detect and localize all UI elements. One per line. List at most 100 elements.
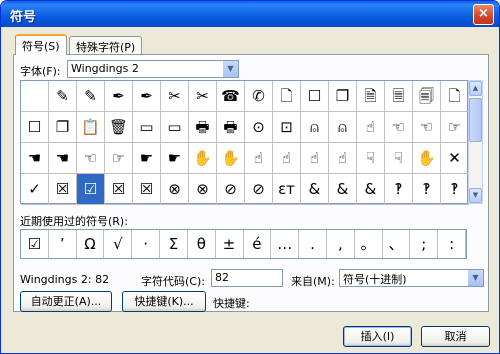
tab-symbols[interactable]: 符号(S)	[15, 34, 67, 55]
insert-button[interactable]: 插入(I)	[343, 326, 412, 347]
symbol-cell[interactable]: 🗋	[441, 81, 469, 112]
symbol-cell[interactable]: ☝	[245, 143, 273, 174]
close-button[interactable]: ×	[473, 4, 494, 25]
symbol-cell[interactable]: ☒	[133, 174, 161, 205]
symbol-cell[interactable]: ☚	[49, 143, 77, 174]
symbol-cell[interactable]: ☝	[329, 143, 357, 174]
symbol-cell[interactable]: ❐	[329, 81, 357, 112]
symbol-cell[interactable]: ✋	[217, 143, 245, 174]
symbol-cell[interactable]: ☞	[441, 112, 469, 143]
symbol-cell[interactable]: ⊘	[245, 174, 273, 205]
tab-special-characters[interactable]: 特殊字符(P)	[69, 36, 143, 55]
symbol-cell[interactable]: ✓	[21, 174, 49, 205]
symbol-cell[interactable]: ⊗	[189, 174, 217, 205]
shortcut-label: 快捷键:	[213, 297, 250, 310]
recent-symbol-cell[interactable]: ’	[49, 230, 77, 258]
recent-symbol-cell[interactable]: :	[438, 230, 466, 258]
symbol-cell[interactable]: ✎	[77, 81, 105, 112]
symbol-cell[interactable]: ‽	[385, 174, 413, 205]
chevron-down-icon[interactable]: ▼	[222, 61, 238, 77]
char-code-input[interactable]: 82	[211, 269, 283, 287]
symbol-cell[interactable]: ❐	[49, 112, 77, 143]
recent-symbol-cell[interactable]: 。	[355, 230, 383, 258]
symbol-cell[interactable]: ✕	[441, 143, 469, 174]
symbol-cell[interactable]: ☚	[21, 143, 49, 174]
shortcut-key-button[interactable]: 快捷键(K)...	[122, 291, 206, 312]
recent-symbol-cell[interactable]: ,	[327, 230, 355, 258]
symbol-cell[interactable]: ⍝	[301, 112, 329, 143]
symbol-cell[interactable]: ☝	[273, 143, 301, 174]
symbol-cell[interactable]: ☟	[385, 143, 413, 174]
symbol-cell[interactable]: ⍝	[329, 112, 357, 143]
symbol-cell[interactable]: ⊘	[217, 174, 245, 205]
title-bar[interactable]: 符号 ×	[1, 1, 499, 27]
symbol-cell[interactable]: ☟	[357, 143, 385, 174]
symbol-cell[interactable]	[21, 81, 49, 112]
symbol-cell[interactable]: ☞	[105, 143, 133, 174]
symbol-cell[interactable]: ‽	[413, 174, 441, 205]
symbol-cell[interactable]: ✆	[245, 81, 273, 112]
symbol-cell[interactable]: ☐	[301, 81, 329, 112]
symbol-cell[interactable]: ☛	[161, 143, 189, 174]
symbol-cell[interactable]: 🗎	[357, 81, 385, 112]
recent-symbol-cell[interactable]: θ	[188, 230, 216, 258]
recent-symbol-cell[interactable]: 、	[383, 230, 411, 258]
from-value: 符号(十进制)	[343, 273, 407, 286]
font-select[interactable]: Wingdings 2 ▼	[67, 60, 239, 78]
symbol-cell[interactable]: &	[357, 174, 385, 205]
symbol-cell[interactable]: ✂	[161, 81, 189, 112]
symbol-cell[interactable]: 🗑	[105, 112, 133, 143]
recent-symbol-cell[interactable]: ☑	[21, 230, 49, 258]
recent-symbol-cell[interactable]: .	[299, 230, 327, 258]
symbol-cell[interactable]: ✒	[105, 81, 133, 112]
symbol-cell[interactable]: ✂	[189, 81, 217, 112]
recent-symbol-cell[interactable]: é	[244, 230, 272, 258]
cancel-button[interactable]: 取消	[421, 326, 490, 347]
symbol-cell[interactable]: ⊡	[273, 112, 301, 143]
symbol-cell[interactable]: &	[329, 174, 357, 205]
symbol-cell[interactable]: 🗐	[413, 81, 441, 112]
symbol-cell[interactable]: ✋	[413, 143, 441, 174]
symbol-cell[interactable]: ☎	[217, 81, 245, 112]
symbol-cell[interactable]: ✒	[133, 81, 161, 112]
symbol-cell[interactable]: ✋	[189, 143, 217, 174]
symbol-cell[interactable]: ▭	[161, 112, 189, 143]
recent-symbol-cell[interactable]: √	[104, 230, 133, 258]
scroll-up-icon[interactable]: ▲	[469, 81, 482, 96]
recent-symbol-cell[interactable]: Σ	[160, 230, 188, 258]
chevron-down-icon[interactable]: ▼	[467, 270, 483, 286]
symbol-cell[interactable]: &	[301, 174, 329, 205]
recent-symbol-cell[interactable]: ±	[216, 230, 244, 258]
scroll-thumb[interactable]	[469, 98, 482, 142]
symbol-cell[interactable]: 🗋	[273, 81, 301, 112]
symbol-cell[interactable]: ☑	[77, 174, 105, 205]
symbol-cell[interactable]: ⊗	[161, 174, 189, 205]
symbol-grid: ✎ ✎ ✒ ✒ ✂ ✂ ☎ ✆ 🗋 ☐ ❐ 🗎 🗏 🗐 🗋 ☐ ❐ 📋 🗑 ▭ ▭ 🖶 🖶 ⊙ ⊡ ⍝ ⍝ ☝ ☜ ☜ ☞ ☚ ☚ ☜ ☞ ☛ ☛ ✋ ✋ ☝…	[20, 80, 469, 205]
symbol-cell[interactable]: ɛт	[273, 174, 301, 205]
symbol-cell[interactable]: ☐	[21, 112, 49, 143]
symbol-cell[interactable]: 🖶	[217, 112, 245, 143]
recent-symbol-cell[interactable]: ·	[132, 230, 161, 258]
symbol-cell[interactable]: 🗏	[385, 81, 413, 112]
recent-symbol-cell[interactable]: Ω	[77, 230, 105, 258]
scroll-down-icon[interactable]: ▼	[469, 188, 482, 203]
symbol-grid-scrollbar[interactable]: ▲ ▼	[468, 80, 483, 204]
symbol-cell[interactable]: ☜	[77, 143, 105, 174]
symbol-cell[interactable]: 📋	[77, 112, 105, 143]
from-select[interactable]: 符号(十进制) ▼	[339, 269, 484, 287]
symbol-cell[interactable]: ☝	[357, 112, 385, 143]
autocorrect-button[interactable]: 自动更正(A)...	[20, 291, 112, 312]
symbol-cell[interactable]: ▭	[133, 112, 161, 143]
symbol-cell[interactable]: ☛	[133, 143, 161, 174]
symbol-cell[interactable]: ✎	[49, 81, 77, 112]
recent-symbol-cell[interactable]: ;	[410, 230, 439, 258]
symbol-cell[interactable]: ‽	[441, 174, 469, 205]
symbol-cell[interactable]: ⊙	[245, 112, 273, 143]
symbol-cell[interactable]: ☒	[49, 174, 77, 205]
symbol-cell[interactable]: ☝	[301, 143, 329, 174]
symbol-cell[interactable]: ☜	[413, 112, 441, 143]
recent-symbol-cell[interactable]: …	[271, 230, 300, 258]
symbol-cell[interactable]: 🖶	[189, 112, 217, 143]
symbol-cell[interactable]: ☒	[105, 174, 133, 205]
symbol-cell[interactable]: ☜	[385, 112, 413, 143]
